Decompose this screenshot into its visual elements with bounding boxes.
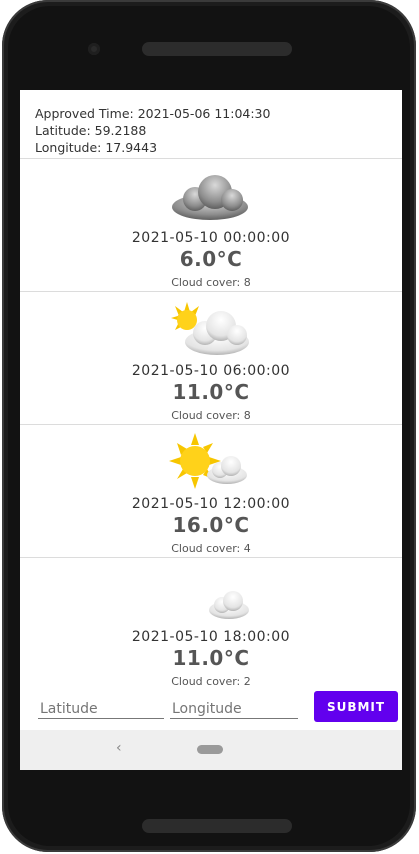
forecast-cloud-cover: Cloud cover: 8 [171, 409, 251, 422]
forecast-temperature: 11.0°C [172, 646, 250, 670]
app-screen: Approved Time: 2021-05-06 11:04:30 Latit… [20, 90, 402, 770]
latitude-value: Latitude: 59.2188 [35, 123, 147, 138]
coordinate-form: SUBMIT [20, 686, 402, 731]
longitude-value: Longitude: 17.9443 [35, 140, 158, 155]
back-icon[interactable]: ‹ [116, 740, 122, 756]
forecast-info-header: Approved Time: 2021-05-06 11:04:30 Latit… [20, 90, 402, 159]
moon-cloud-icon [169, 568, 249, 623]
forecast-cloud-cover: Cloud cover: 8 [171, 276, 251, 289]
home-icon[interactable] [197, 745, 223, 754]
longitude-input[interactable] [170, 700, 302, 718]
forecast-card: 2021-05-10 00:00:00 6.0°C Cloud cover: 8 [20, 159, 402, 292]
phone-frame: Approved Time: 2021-05-06 11:04:30 Latit… [2, 0, 416, 852]
submit-button[interactable]: SUBMIT [314, 691, 398, 722]
forecast-time: 2021-05-10 18:00:00 [131, 629, 291, 645]
forecast-cloud-cover: Cloud cover: 4 [171, 542, 251, 555]
front-camera [88, 43, 100, 55]
forecast-temperature: 16.0°C [172, 513, 250, 537]
android-nav-bar: ‹ [20, 730, 402, 770]
forecast-temperature: 6.0°C [179, 247, 243, 271]
forecast-card: 2021-05-10 12:00:00 16.0°C Cloud cover: … [20, 425, 402, 558]
top-speaker [142, 42, 292, 56]
bottom-speaker [142, 819, 292, 833]
latitude-input[interactable] [38, 700, 168, 718]
forecast-temperature: 11.0°C [172, 380, 250, 404]
sun-behind-cloud-icon [171, 302, 249, 355]
forecast-card: 2021-05-10 06:00:00 11.0°C Cloud cover: … [20, 292, 402, 425]
sun-small-cloud-icon [169, 433, 247, 489]
forecast-time: 2021-05-10 12:00:00 [131, 496, 291, 512]
longitude-field-container [170, 698, 302, 719]
forecast-time: 2021-05-10 06:00:00 [131, 363, 291, 379]
latitude-field-container [38, 698, 168, 719]
forecast-card: 2021-05-10 18:00:00 11.0°C Cloud cover: … [20, 558, 402, 691]
forecast-time: 2021-05-10 00:00:00 [131, 230, 291, 246]
approved-time: Approved Time: 2021-05-06 11:04:30 [35, 106, 271, 121]
cloud-icon [172, 175, 248, 220]
